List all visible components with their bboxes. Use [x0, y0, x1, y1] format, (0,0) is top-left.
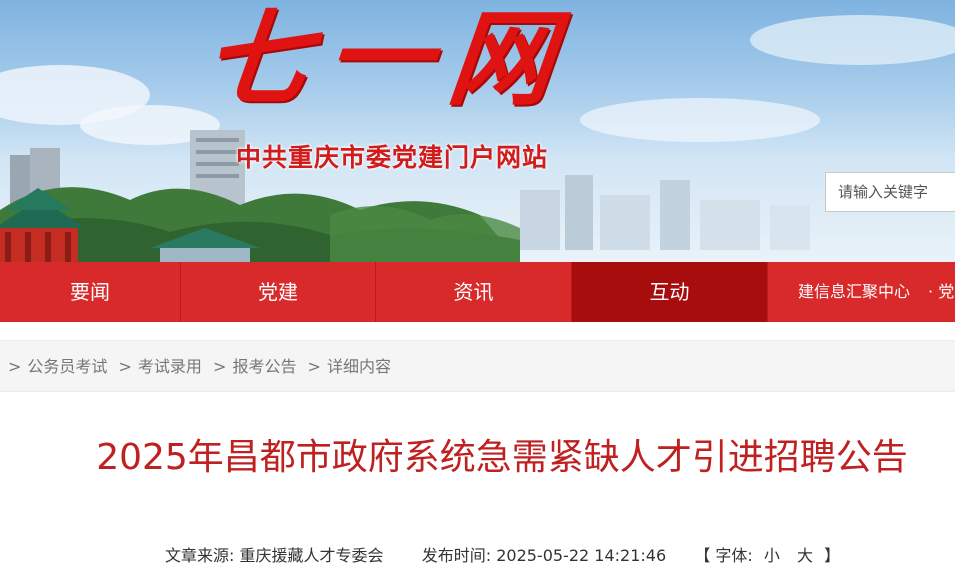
- nav-sub-link-next[interactable]: · 党: [928, 282, 954, 301]
- article-meta: 文章来源: 重庆援藏人才专委会 发布时间: 2025-05-22 14:21:4…: [165, 542, 840, 566]
- breadcrumb-separator: >: [118, 357, 132, 376]
- site-subtitle: 中共重庆市委党建门户网站: [236, 143, 549, 172]
- nav-item-news[interactable]: 要闻: [0, 262, 181, 322]
- breadcrumb-separator: >: [213, 357, 227, 376]
- nav-item-party-building[interactable]: 党建: [181, 262, 376, 322]
- nav-sub-link-info-center[interactable]: 建信息汇聚中心: [798, 282, 910, 301]
- article-title: 2025年昌都市政府系统急需紧缺人才引进招聘公告: [96, 437, 908, 478]
- source-value: 重庆援藏人才专委会: [239, 546, 384, 565]
- breadcrumb-item-exam-recruitment[interactable]: 考试录用: [138, 357, 202, 376]
- site-logo-title: 七一网: [198, 0, 578, 120]
- nav-item-interaction[interactable]: 互动: [572, 262, 768, 322]
- breadcrumb-separator: >: [307, 357, 321, 376]
- breadcrumb: > 公务员考试 > 考试录用 > 报考公告 > 详细内容: [0, 340, 955, 392]
- main-nav: 要闻 党建 资讯 互动 建信息汇聚中心 · 党: [0, 262, 955, 322]
- nav-item-information[interactable]: 资讯: [376, 262, 572, 322]
- breadcrumb-separator: >: [8, 357, 22, 376]
- publish-time-value: 2025-05-22 14:21:46: [496, 546, 667, 565]
- nav-sub-links: 建信息汇聚中心 · 党: [768, 262, 955, 322]
- font-small-button[interactable]: 小: [764, 546, 780, 565]
- breadcrumb-item-announcements[interactable]: 报考公告: [232, 357, 296, 376]
- font-size-close: 】: [824, 546, 841, 565]
- header-banner: 七一网 中共重庆市委党建门户网站: [0, 0, 955, 262]
- breadcrumb-item-current: 详细内容: [326, 357, 391, 376]
- font-size-label: 【 字体:: [694, 546, 753, 565]
- font-large-button[interactable]: 大: [797, 546, 813, 565]
- breadcrumb-item-civil-exam[interactable]: 公务员考试: [27, 357, 107, 376]
- source-label: 文章来源:: [165, 546, 235, 565]
- search-input[interactable]: [825, 172, 955, 212]
- publish-time-label: 发布时间:: [421, 546, 492, 565]
